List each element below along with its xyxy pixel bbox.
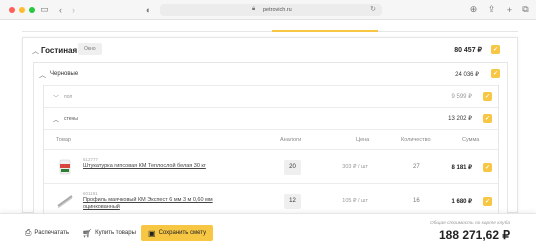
section-checkbox[interactable]	[483, 92, 492, 101]
reload-icon[interactable]: ↻	[370, 5, 376, 13]
share-icon[interactable]: ⇪	[485, 3, 498, 16]
group-card: ︿ Черновые 24 036 ₽ ﹀ пол 9 599 ₽ ︿ стен…	[33, 62, 508, 215]
analogs-button[interactable]: 20	[284, 160, 301, 175]
product-article: 612777	[83, 157, 99, 162]
table-header: Товар Аналоги Цена Количество Сумма	[44, 129, 498, 149]
analogs-button[interactable]: 12	[284, 194, 301, 209]
sections-list: ﹀ пол 9 599 ₽ ︿ стены 13 202 ₽ Товар Ана…	[43, 85, 499, 215]
room-header[interactable]: ︿ Гостиная Окно 80 457 ₽	[23, 38, 517, 62]
url-text: petrovich.ru	[263, 7, 292, 13]
buy-button[interactable]: 🛒︎ Купить товары	[82, 225, 136, 241]
table-row: 601181 Профиль маячковый КМ Экспест 6 мм…	[44, 183, 498, 217]
product-qty[interactable]: 27	[413, 164, 420, 170]
section-title: стены	[64, 116, 78, 122]
total-caption: Общая стоимость по карте клуба	[429, 221, 510, 226]
section-checkbox[interactable]	[483, 114, 492, 123]
section-tabs	[22, 20, 518, 32]
table-row: 612777 Штукатурка гипсовая КМ Теплослой …	[44, 149, 498, 183]
product-name-link[interactable]: Профиль маячковый КМ Экспест 6 мм 3 м 0,…	[83, 197, 213, 204]
section-row[interactable]: ︿ стены 13 202 ₽	[44, 107, 498, 129]
cart-icon: 🛒︎	[82, 228, 93, 238]
section-row[interactable]: ﹀ пол 9 599 ₽	[44, 85, 498, 107]
chevron-right-icon[interactable]: ›	[67, 3, 80, 16]
room-checkbox[interactable]	[491, 45, 500, 54]
save-icon: ▣	[148, 228, 156, 238]
col-qty: Количество	[401, 137, 431, 143]
product-sum: 8 181 ₽	[451, 165, 473, 171]
lock-icon: 🔒︎	[252, 6, 256, 12]
group-header[interactable]: ︿ Черновые 24 036 ₽	[34, 63, 507, 85]
window-controls	[9, 7, 35, 13]
col-product: Товар	[56, 137, 71, 143]
col-sum: Сумма	[462, 137, 480, 143]
room-sum: 80 457 ₽	[454, 47, 482, 54]
buy-label: Купить товары	[95, 230, 136, 236]
room-tag-chip[interactable]: Окно	[78, 43, 102, 55]
active-tab-indicator	[272, 30, 378, 32]
save-estimate-button[interactable]: ▣ Сохранить смету	[141, 225, 214, 241]
product-name-link[interactable]: Штукатурка гипсовая КМ Теплослой белая 3…	[83, 163, 206, 170]
save-label: Сохранить смету	[158, 230, 207, 236]
address-bar[interactable]: 🔒︎ petrovich.ru ↻	[160, 4, 382, 16]
chevron-up-icon[interactable]: ︿	[39, 70, 46, 80]
sidebar-icon[interactable]: ▭	[38, 3, 51, 16]
product-price: 303 ₽ / шт	[342, 164, 368, 170]
product-article: 601181	[83, 191, 98, 196]
chevron-down-icon[interactable]: ﹀	[53, 93, 59, 102]
col-price: Цена	[356, 137, 370, 143]
section-sum: 13 202 ₽	[448, 116, 472, 122]
close-window-button[interactable]	[9, 7, 15, 13]
total-block: Общая стоимость по карте клуба 188 271,6…	[430, 221, 510, 242]
estimate-page: ︿ Гостиная Окно 80 457 ₽ ︿ Черновые 24 0…	[0, 20, 536, 215]
col-analogs: Аналоги	[280, 137, 302, 143]
printer-icon: ⎙	[25, 228, 32, 237]
row-checkbox[interactable]	[483, 197, 492, 206]
print-button[interactable]: ⎙ Распечатать	[25, 225, 69, 241]
group-title: Черновые	[50, 71, 79, 77]
product-sum: 1 680 ₽	[451, 199, 473, 205]
chevron-up-icon[interactable]: ︿	[32, 46, 39, 56]
minimize-window-button[interactable]	[19, 7, 25, 13]
zoom-window-button[interactable]	[29, 7, 35, 13]
row-checkbox[interactable]	[483, 163, 492, 172]
print-label: Распечатать	[34, 230, 70, 236]
chevron-up-icon[interactable]: ︿	[53, 115, 59, 124]
chevron-left-icon[interactable]: ‹	[54, 3, 67, 16]
estimate-footer: ⎙ Распечатать 🛒︎ Купить товары ▣ Сохрани…	[0, 213, 536, 251]
group-sum: 24 036 ₽	[455, 72, 479, 78]
product-price: 105 ₽ / шт	[342, 198, 368, 204]
product-thumbnail[interactable]	[56, 192, 74, 210]
room-title: Гостиная	[41, 46, 78, 55]
total-value: 188 271,62 ₽	[438, 228, 510, 242]
download-icon[interactable]: ⊕	[467, 3, 480, 16]
room-card: ︿ Гостиная Окно 80 457 ₽ ︿ Черновые 24 0…	[22, 37, 518, 215]
section-sum: 9 599 ₽	[451, 94, 473, 100]
browser-toolbar: ▭ ‹ › ◐ 🔒︎ petrovich.ru ↻ ⊕ ⇪ + ⧉	[0, 0, 536, 20]
section-title: пол	[64, 94, 73, 100]
group-checkbox[interactable]	[491, 69, 500, 78]
product-name-link-line2[interactable]: оцинкованный	[83, 204, 120, 211]
tabs-icon[interactable]: ⧉	[519, 3, 532, 16]
shield-icon[interactable]: ◐	[142, 3, 155, 16]
product-thumbnail[interactable]	[56, 158, 74, 176]
product-qty[interactable]: 16	[413, 198, 420, 204]
plus-icon[interactable]: +	[503, 3, 516, 16]
